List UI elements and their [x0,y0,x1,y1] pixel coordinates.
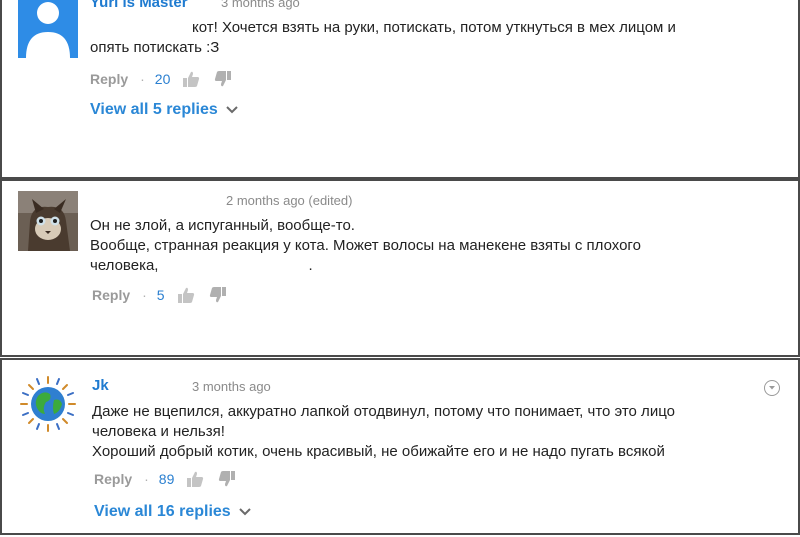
thumbs-up-icon[interactable] [182,70,200,88]
comment-text: Даже не вцепился, аккуратно лапкой отодв… [92,402,675,462]
comment-menu-button[interactable] [764,380,780,396]
separator-dot: · [144,471,149,487]
comment-card: 2 months ago (edited) Он не злой, а испу… [0,179,800,357]
comment-author[interactable]: Yuri is Master [90,0,188,11]
avatar[interactable] [18,191,78,251]
thumbs-down-icon[interactable] [214,70,232,88]
thumbs-down-icon[interactable] [209,286,227,304]
view-replies-label: View all 5 replies [90,101,218,118]
chevron-down-icon [226,106,238,114]
view-all-replies-button[interactable]: View all 16 replies [94,503,251,521]
cat-photo-icon [18,191,78,251]
comment-actions: Reply · 5 [92,284,241,306]
globe-icon [18,374,78,434]
chevron-down-icon [238,508,251,516]
comment-card: Yuri is Master 3 months ago кот! Хочется… [0,0,800,179]
reply-button[interactable]: Reply [92,287,130,303]
comment-time[interactable]: 3 months ago [221,0,300,10]
comment-time[interactable]: 3 months ago [192,379,271,394]
comment-text: Он не злой, а испуганный, вообще-то. Воо… [90,216,641,276]
chevron-down-icon [769,386,775,390]
comment-line: Хороший добрый котик, очень красивый, не… [92,443,665,460]
default-user-icon [18,0,78,58]
separator-dot: · [140,71,145,87]
comment-line: Вообще, странная реакция у кота. Может в… [90,237,641,254]
like-count: 5 [156,287,165,303]
separator-dot: · [142,287,147,303]
comment-card: Jk 3 months ago Даже не вцепился, аккура… [0,358,800,535]
comment-line: опять потискать :З [90,39,220,56]
comment-text: кот! Хочется взять на руки, потискать, п… [192,18,676,38]
comment-time[interactable]: 2 months ago (edited) [226,193,352,208]
thumbs-up-icon[interactable] [177,286,195,304]
comment-line: Он не злой, а испуганный, вообще-то. [90,217,355,234]
view-all-replies-button[interactable]: View all 5 replies [90,101,238,119]
comment-line: Даже не вцепился, аккуратно лапкой отодв… [92,403,675,420]
comment-actions: Reply · 20 [90,68,246,90]
comment-text-continuation: опять потискать :З [90,38,219,58]
comments-page: Yuri is Master 3 months ago кот! Хочется… [0,0,800,537]
comment-author[interactable]: Jk [92,377,109,394]
thumbs-down-icon[interactable] [218,470,236,488]
reply-button[interactable]: Reply [94,471,132,487]
avatar[interactable] [18,0,78,58]
view-replies-label: View all 16 replies [94,503,231,520]
comment-line: человека и нельзя! [92,423,225,440]
comment-actions: Reply · 89 [94,468,250,490]
reply-button[interactable]: Reply [90,71,128,87]
comment-line: кот! Хочется взять на руки, потискать, п… [192,19,676,36]
comment-line: человека, . [90,257,313,274]
avatar[interactable] [18,374,78,434]
like-count: 89 [158,471,175,487]
like-count: 20 [154,71,171,87]
thumbs-up-icon[interactable] [186,470,204,488]
